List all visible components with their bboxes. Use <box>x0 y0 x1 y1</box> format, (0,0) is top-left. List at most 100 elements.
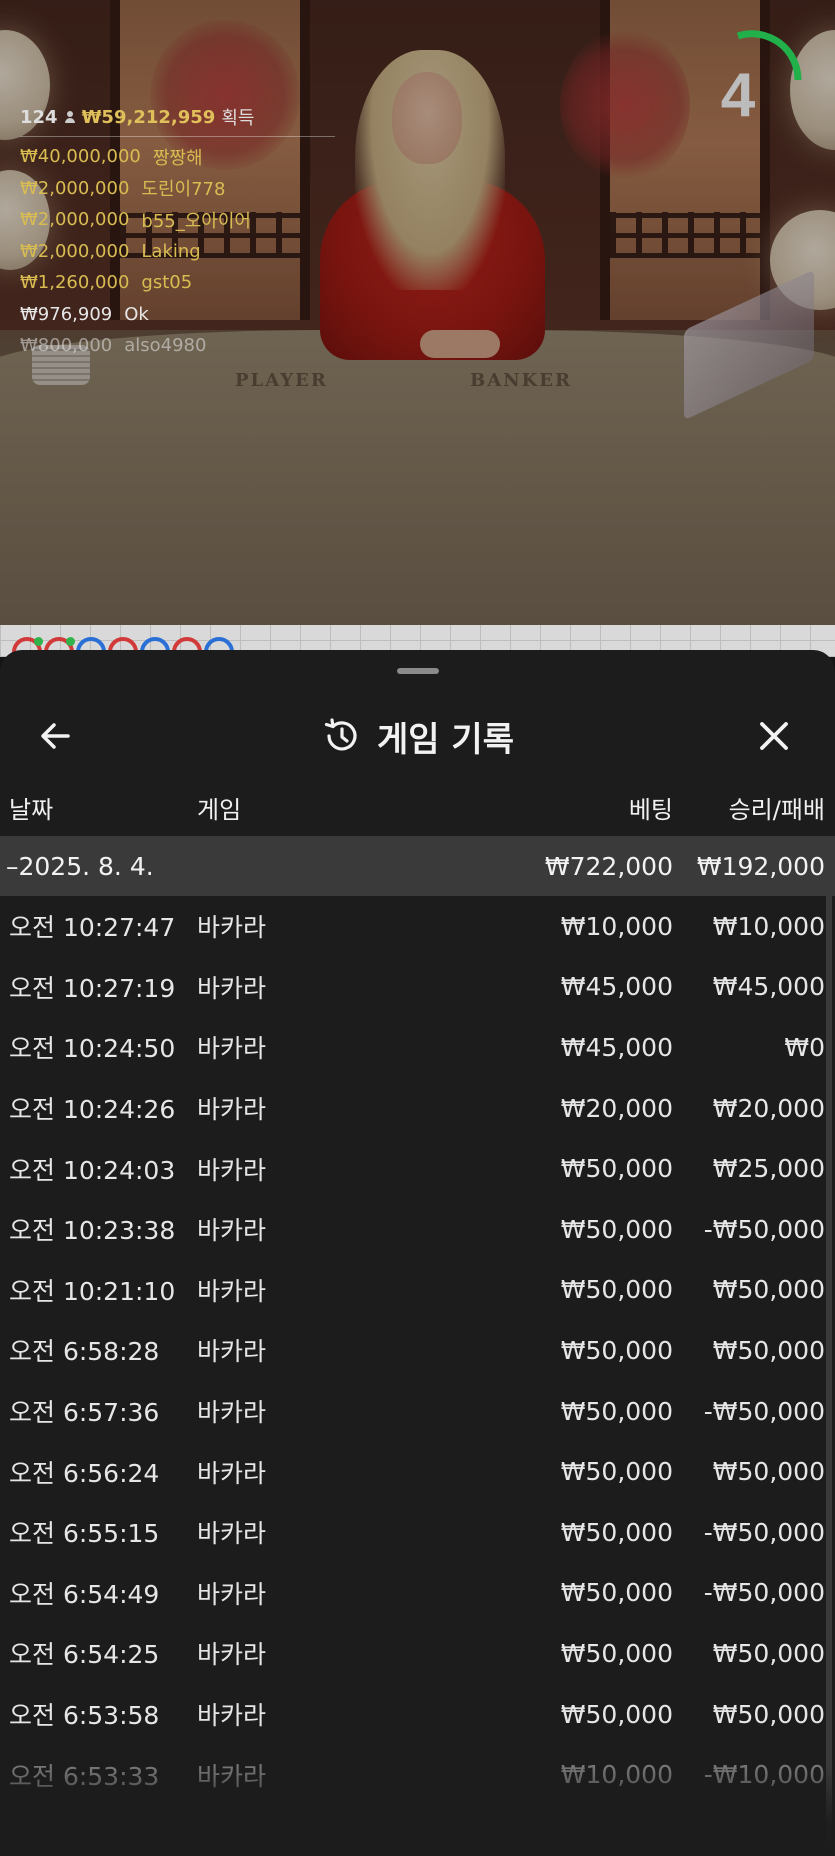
row-game: 바카라 <box>197 1458 267 1488</box>
row-time: 오전 6:58:28 <box>9 1337 160 1367</box>
person-icon <box>64 111 76 123</box>
winner-name: gst05 <box>141 272 193 294</box>
column-header-date: 날짜 <box>9 795 54 824</box>
row-bet: ₩20,000 <box>560 1093 673 1123</box>
history-row[interactable]: 오전 6:55:15 바카라 ₩50,000 -₩50,000 <box>0 1502 835 1563</box>
winner-amount: ₩976,909 <box>20 303 113 325</box>
winner-amount: ₩40,000,000 <box>20 146 141 168</box>
row-time: 오전 6:54:49 <box>9 1579 160 1609</box>
close-button[interactable] <box>752 714 796 758</box>
live-video-feed[interactable]: PLAYER BANKER 124 ₩59,212,959 획득 ₩40,000… <box>0 0 835 625</box>
column-header-bet: 베팅 <box>628 795 673 824</box>
scrollbar[interactable] <box>826 836 832 1856</box>
winner-row: ₩2,000,000 b55_오아이어 <box>20 204 340 236</box>
history-row[interactable]: 오전 6:57:36 바카라 ₩50,000 -₩50,000 <box>0 1381 835 1442</box>
winner-name: b55_오아이어 <box>141 210 251 232</box>
winner-name: 짱짱해 <box>152 147 203 169</box>
row-bet: ₩10,000 <box>560 911 673 941</box>
winner-amount: ₩800,000 <box>20 335 113 357</box>
sheet-header: 게임 기록 <box>0 678 835 778</box>
row-result: ₩50,000 <box>712 1699 825 1729</box>
winner-row: ₩800,000 also4980 <box>20 330 340 362</box>
row-result: ₩50,000 <box>712 1335 825 1365</box>
winner-row: ₩1,260,000 gst05 <box>20 267 340 299</box>
winners-summary: 124 ₩59,212,959 획득 <box>20 104 340 130</box>
history-row[interactable]: 오전 10:21:10 바카라 ₩50,000 ₩50,000 <box>0 1260 835 1321</box>
winnings-label: 획득 <box>221 108 255 129</box>
winner-name: 도린이778 <box>141 179 226 201</box>
sheet-drag-handle[interactable] <box>397 668 439 674</box>
row-bet: ₩50,000 <box>560 1214 673 1244</box>
row-time: 오전 6:55:15 <box>9 1519 160 1549</box>
winner-count: 124 <box>20 106 58 128</box>
row-game: 바카라 <box>197 1761 267 1791</box>
history-row[interactable]: 오전 6:53:58 바카라 ₩50,000 ₩50,000 <box>0 1684 835 1745</box>
row-bet: ₩10,000 <box>560 1760 673 1790</box>
row-game: 바카라 <box>197 1701 267 1731</box>
row-result: ₩50,000 <box>712 1275 825 1305</box>
road-pair-marker <box>66 637 75 646</box>
history-row[interactable]: 오전 6:54:49 바카라 ₩50,000 -₩50,000 <box>0 1563 835 1624</box>
winner-amount: ₩2,000,000 <box>20 240 130 262</box>
history-row[interactable]: 오전 10:27:47 바카라 ₩10,000 ₩10,000 <box>0 896 835 957</box>
row-game: 바카라 <box>197 1398 267 1428</box>
row-game: 바카라 <box>197 1276 267 1306</box>
row-time: 오전 10:24:50 <box>9 1034 176 1064</box>
row-result: -₩50,000 <box>703 1517 825 1547</box>
row-result: ₩50,000 <box>712 1638 825 1668</box>
row-result: ₩45,000 <box>712 972 825 1002</box>
row-result: ₩10,000 <box>712 911 825 941</box>
date-group-row[interactable]: –2025. 8. 4. ₩722,000 ₩192,000 <box>0 836 835 896</box>
history-row[interactable]: 오전 10:24:26 바카라 ₩20,000 ₩20,000 <box>0 1078 835 1139</box>
row-time: 오전 10:23:38 <box>9 1216 176 1246</box>
road-pair-marker <box>34 637 43 646</box>
total-winnings: ₩59,212,959 <box>81 106 216 128</box>
row-bet: ₩50,000 <box>560 1335 673 1365</box>
row-game: 바카라 <box>197 1216 267 1246</box>
countdown-number: 4 <box>720 61 756 130</box>
row-bet: ₩50,000 <box>560 1275 673 1305</box>
winner-row: ₩976,909 Ok <box>20 299 340 331</box>
winner-amount: ₩1,260,000 <box>20 272 130 294</box>
column-header-game: 게임 <box>197 795 242 824</box>
row-bet: ₩50,000 <box>560 1638 673 1668</box>
history-list: 오전 10:27:47 바카라 ₩10,000 ₩10,000 오전 10:27:19 바… <box>0 896 835 1805</box>
row-game: 바카라 <box>197 1519 267 1549</box>
row-game: 바카라 <box>197 1579 267 1609</box>
history-row[interactable]: 오전 6:58:28 바카라 ₩50,000 ₩50,000 <box>0 1320 835 1381</box>
row-game: 바카라 <box>197 1155 267 1185</box>
winners-divider <box>20 136 335 137</box>
history-row[interactable]: 오전 10:24:03 바카라 ₩50,000 ₩25,000 <box>0 1138 835 1199</box>
row-game: 바카라 <box>197 913 267 943</box>
row-game: 바카라 <box>197 1034 267 1064</box>
history-row[interactable]: 오전 6:54:25 바카라 ₩50,000 ₩50,000 <box>0 1623 835 1684</box>
history-row[interactable]: 오전 10:24:50 바카라 ₩45,000 ₩0 <box>0 1017 835 1078</box>
row-game: 바카라 <box>197 973 267 1003</box>
row-bet: ₩50,000 <box>560 1457 673 1487</box>
winner-name: also4980 <box>124 335 207 357</box>
countdown-timer: 4 <box>700 28 808 136</box>
row-bet: ₩50,000 <box>560 1154 673 1184</box>
row-result: ₩20,000 <box>712 1093 825 1123</box>
row-bet: ₩50,000 <box>560 1699 673 1729</box>
winner-amount: ₩2,000,000 <box>20 209 130 231</box>
row-result: -₩50,000 <box>703 1578 825 1608</box>
table-header: 날짜 게임 베팅 승리/패배 <box>0 778 835 836</box>
date-group-label: –2025. 8. 4. <box>6 851 154 881</box>
winners-overlay: 124 ₩59,212,959 획득 ₩40,000,000 짱짱해 ₩2,000,… <box>20 104 340 362</box>
date-group-bet-total: ₩722,000 <box>544 851 673 881</box>
row-time: 오전 10:27:19 <box>9 973 176 1003</box>
winner-row: ₩40,000,000 짱짱해 <box>20 141 340 173</box>
history-row[interactable]: 오전 10:23:38 바카라 ₩50,000 -₩50,000 <box>0 1199 835 1260</box>
row-time: 오전 6:57:36 <box>9 1398 160 1428</box>
row-result: ₩50,000 <box>712 1457 825 1487</box>
history-row[interactable]: 오전 10:27:19 바카라 ₩45,000 ₩45,000 <box>0 957 835 1018</box>
history-row[interactable]: 오전 6:53:33 바카라 ₩10,000 -₩10,000 <box>0 1744 835 1805</box>
row-time: 오전 6:54:25 <box>9 1640 160 1670</box>
row-time: 오전 6:53:33 <box>9 1761 160 1791</box>
history-row[interactable]: 오전 6:56:24 바카라 ₩50,000 ₩50,000 <box>0 1441 835 1502</box>
winner-row: ₩2,000,000 Laking <box>20 236 340 268</box>
row-game: 바카라 <box>197 1337 267 1367</box>
winner-name: Ok <box>124 303 149 325</box>
history-clock-icon <box>324 718 357 751</box>
